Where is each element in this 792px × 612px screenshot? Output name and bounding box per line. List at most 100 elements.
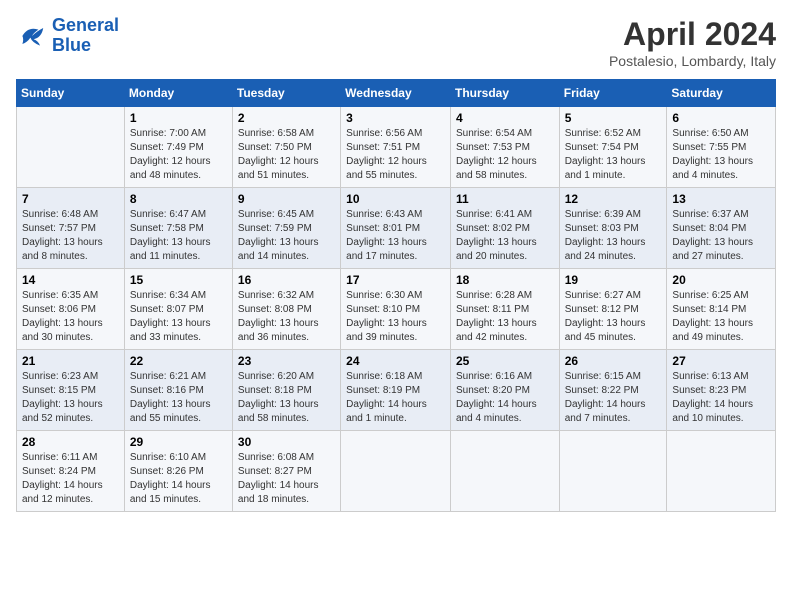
day-info: Sunrise: 6:27 AMSunset: 8:12 PMDaylight:… bbox=[565, 289, 662, 345]
calendar-cell: 12 Sunrise: 6:39 AMSunset: 8:03 PMDayligh… bbox=[559, 188, 667, 269]
calendar-cell: 5 Sunrise: 6:52 AMSunset: 7:54 PMDaylight… bbox=[559, 107, 667, 188]
day-number: 30 bbox=[238, 435, 335, 449]
calendar-cell: 24 Sunrise: 6:18 AMSunset: 8:19 PMDayligh… bbox=[341, 350, 451, 431]
day-number: 23 bbox=[238, 354, 335, 368]
calendar-cell: 28Sunrise: 6:11 AMSunset: 8:24 PMDayligh… bbox=[17, 431, 125, 512]
day-number: 24 bbox=[346, 354, 445, 368]
day-info: Sunrise: 6:13 AMSunset: 8:23 PMDaylight:… bbox=[672, 370, 770, 426]
calendar-cell: 11 Sunrise: 6:41 AMSunset: 8:02 PMDayligh… bbox=[450, 188, 559, 269]
calendar-cell bbox=[17, 107, 125, 188]
day-info: Sunrise: 6:25 AMSunset: 8:14 PMDaylight:… bbox=[672, 289, 770, 345]
calendar-cell: 17 Sunrise: 6:30 AMSunset: 8:10 PMDayligh… bbox=[341, 269, 451, 350]
calendar-cell: 14 Sunrise: 6:35 AMSunset: 8:06 PMDayligh… bbox=[17, 269, 125, 350]
title-block: April 2024 Postalesio, Lombardy, Italy bbox=[609, 16, 776, 69]
day-info: Sunrise: 6:43 AMSunset: 8:01 PMDaylight:… bbox=[346, 208, 445, 264]
day-number: 10 bbox=[346, 192, 445, 206]
calendar-cell: 18 Sunrise: 6:28 AMSunset: 8:11 PMDayligh… bbox=[450, 269, 559, 350]
day-info: Sunrise: 6:50 AMSunset: 7:55 PMDaylight:… bbox=[672, 127, 770, 183]
day-info: Sunrise: 6:58 AMSunset: 7:50 PMDaylight:… bbox=[238, 127, 335, 183]
day-number: 18 bbox=[456, 273, 554, 287]
day-info: Sunrise: 6:16 AMSunset: 8:20 PMDaylight:… bbox=[456, 370, 554, 426]
day-info: Sunrise: 6:30 AMSunset: 8:10 PMDaylight:… bbox=[346, 289, 445, 345]
logo-icon bbox=[16, 20, 48, 52]
calendar-cell: 27 Sunrise: 6:13 AMSunset: 8:23 PMDayligh… bbox=[667, 350, 776, 431]
day-number: 3 bbox=[346, 111, 445, 125]
day-info: Sunrise: 6:52 AMSunset: 7:54 PMDaylight:… bbox=[565, 127, 662, 183]
day-number: 4 bbox=[456, 111, 554, 125]
calendar-cell: 4 Sunrise: 6:54 AMSunset: 7:53 PMDaylight… bbox=[450, 107, 559, 188]
calendar-cell bbox=[559, 431, 667, 512]
day-number: 11 bbox=[456, 192, 554, 206]
calendar-cell: 25 Sunrise: 6:16 AMSunset: 8:20 PMDayligh… bbox=[450, 350, 559, 431]
day-info: Sunrise: 6:08 AMSunset: 8:27 PMDaylight:… bbox=[238, 451, 335, 507]
calendar-cell: 13 Sunrise: 6:37 AMSunset: 8:04 PMDayligh… bbox=[667, 188, 776, 269]
day-number: 17 bbox=[346, 273, 445, 287]
calendar-day-header: Thursday bbox=[450, 80, 559, 107]
page-header: General Blue April 2024 Postalesio, Lomb… bbox=[16, 16, 776, 69]
day-info: Sunrise: 6:35 AMSunset: 8:06 PMDaylight:… bbox=[22, 289, 119, 345]
day-number: 12 bbox=[565, 192, 662, 206]
calendar-week-row: 28Sunrise: 6:11 AMSunset: 8:24 PMDayligh… bbox=[17, 431, 776, 512]
location: Postalesio, Lombardy, Italy bbox=[609, 53, 776, 69]
calendar-day-header: Saturday bbox=[667, 80, 776, 107]
calendar-cell: 26Sunrise: 6:15 AMSunset: 8:22 PMDayligh… bbox=[559, 350, 667, 431]
day-number: 5 bbox=[565, 111, 662, 125]
day-info: Sunrise: 6:48 AMSunset: 7:57 PMDaylight:… bbox=[22, 208, 119, 264]
calendar-cell bbox=[450, 431, 559, 512]
day-number: 13 bbox=[672, 192, 770, 206]
calendar-cell: 22 Sunrise: 6:21 AMSunset: 8:16 PMDayligh… bbox=[124, 350, 232, 431]
day-number: 7 bbox=[22, 192, 119, 206]
calendar-cell bbox=[341, 431, 451, 512]
day-info: Sunrise: 6:32 AMSunset: 8:08 PMDaylight:… bbox=[238, 289, 335, 345]
calendar-cell: 15Sunrise: 6:34 AMSunset: 8:07 PMDayligh… bbox=[124, 269, 232, 350]
day-number: 16 bbox=[238, 273, 335, 287]
day-info: Sunrise: 6:11 AMSunset: 8:24 PMDaylight:… bbox=[22, 451, 119, 507]
day-info: Sunrise: 6:39 AMSunset: 8:03 PMDaylight:… bbox=[565, 208, 662, 264]
calendar-cell: 30 Sunrise: 6:08 AMSunset: 8:27 PMDayligh… bbox=[232, 431, 340, 512]
calendar-cell: 10 Sunrise: 6:43 AMSunset: 8:01 PMDayligh… bbox=[341, 188, 451, 269]
day-number: 25 bbox=[456, 354, 554, 368]
day-info: Sunrise: 6:20 AMSunset: 8:18 PMDaylight:… bbox=[238, 370, 335, 426]
logo-text: General Blue bbox=[52, 16, 119, 56]
month-title: April 2024 bbox=[609, 16, 776, 53]
day-info: Sunrise: 6:56 AMSunset: 7:51 PMDaylight:… bbox=[346, 127, 445, 183]
day-number: 27 bbox=[672, 354, 770, 368]
day-info: Sunrise: 6:37 AMSunset: 8:04 PMDaylight:… bbox=[672, 208, 770, 264]
day-info: Sunrise: 6:28 AMSunset: 8:11 PMDaylight:… bbox=[456, 289, 554, 345]
day-info: Sunrise: 6:18 AMSunset: 8:19 PMDaylight:… bbox=[346, 370, 445, 426]
calendar-table: SundayMondayTuesdayWednesdayThursdayFrid… bbox=[16, 79, 776, 512]
logo: General Blue bbox=[16, 16, 119, 56]
day-info: Sunrise: 6:15 AMSunset: 8:22 PMDaylight:… bbox=[565, 370, 662, 426]
day-info: Sunrise: 6:45 AMSunset: 7:59 PMDaylight:… bbox=[238, 208, 335, 264]
calendar-cell: 9 Sunrise: 6:45 AMSunset: 7:59 PMDaylight… bbox=[232, 188, 340, 269]
day-number: 29 bbox=[130, 435, 227, 449]
calendar-cell: 2 Sunrise: 6:58 AMSunset: 7:50 PMDaylight… bbox=[232, 107, 340, 188]
calendar-cell: 23 Sunrise: 6:20 AMSunset: 8:18 PMDayligh… bbox=[232, 350, 340, 431]
day-number: 21 bbox=[22, 354, 119, 368]
calendar-cell: 20 Sunrise: 6:25 AMSunset: 8:14 PMDayligh… bbox=[667, 269, 776, 350]
calendar-cell: 3 Sunrise: 6:56 AMSunset: 7:51 PMDaylight… bbox=[341, 107, 451, 188]
day-info: Sunrise: 7:00 AMSunset: 7:49 PMDaylight:… bbox=[130, 127, 227, 183]
day-number: 9 bbox=[238, 192, 335, 206]
calendar-cell bbox=[667, 431, 776, 512]
day-info: Sunrise: 6:10 AMSunset: 8:26 PMDaylight:… bbox=[130, 451, 227, 507]
day-info: Sunrise: 6:54 AMSunset: 7:53 PMDaylight:… bbox=[456, 127, 554, 183]
day-info: Sunrise: 6:23 AMSunset: 8:15 PMDaylight:… bbox=[22, 370, 119, 426]
calendar-cell: 21 Sunrise: 6:23 AMSunset: 8:15 PMDayligh… bbox=[17, 350, 125, 431]
day-number: 2 bbox=[238, 111, 335, 125]
day-number: 22 bbox=[130, 354, 227, 368]
calendar-cell: 19Sunrise: 6:27 AMSunset: 8:12 PMDayligh… bbox=[559, 269, 667, 350]
day-number: 20 bbox=[672, 273, 770, 287]
calendar-day-header: Friday bbox=[559, 80, 667, 107]
calendar-cell: 1 Sunrise: 7:00 AMSunset: 7:49 PMDaylight… bbox=[124, 107, 232, 188]
calendar-header-row: SundayMondayTuesdayWednesdayThursdayFrid… bbox=[17, 80, 776, 107]
calendar-cell: 29 Sunrise: 6:10 AMSunset: 8:26 PMDayligh… bbox=[124, 431, 232, 512]
day-info: Sunrise: 6:21 AMSunset: 8:16 PMDaylight:… bbox=[130, 370, 227, 426]
day-info: Sunrise: 6:41 AMSunset: 8:02 PMDaylight:… bbox=[456, 208, 554, 264]
day-info: Sunrise: 6:47 AMSunset: 7:58 PMDaylight:… bbox=[130, 208, 227, 264]
calendar-cell: 6Sunrise: 6:50 AMSunset: 7:55 PMDaylight… bbox=[667, 107, 776, 188]
calendar-week-row: 1 Sunrise: 7:00 AMSunset: 7:49 PMDaylight… bbox=[17, 107, 776, 188]
calendar-day-header: Sunday bbox=[17, 80, 125, 107]
day-number: 1 bbox=[130, 111, 227, 125]
day-number: 14 bbox=[22, 273, 119, 287]
